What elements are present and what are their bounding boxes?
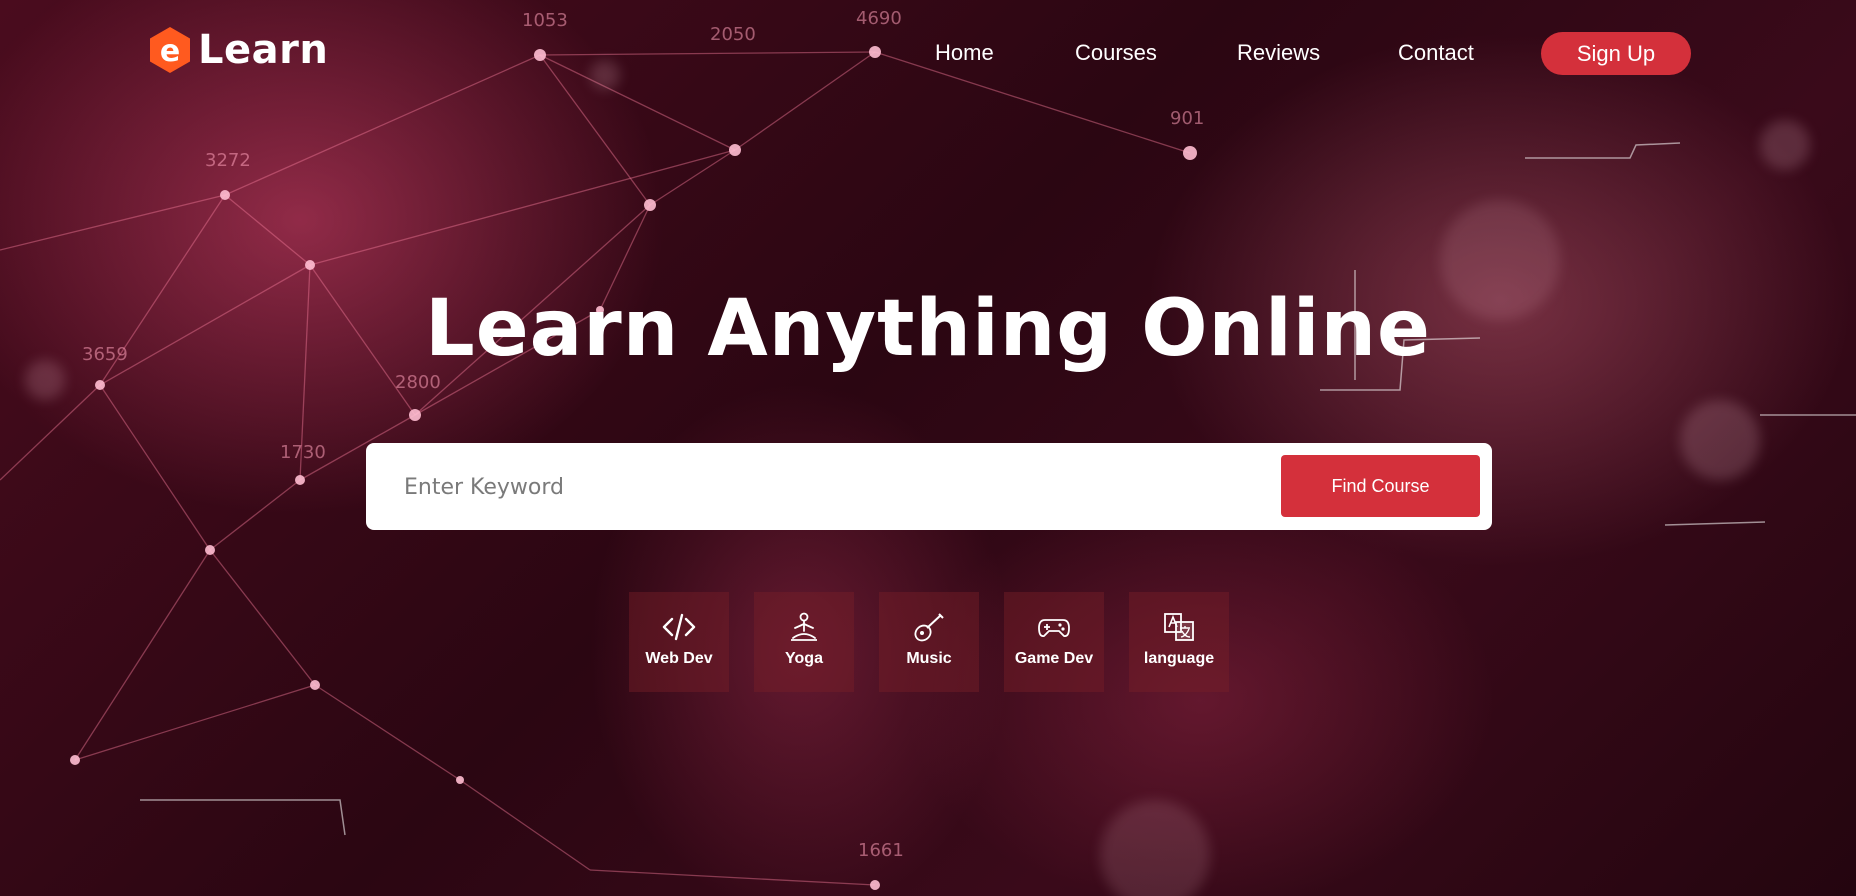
hero-title: Learn Anything Online [425, 284, 1431, 374]
bg-number: 3272 [205, 150, 251, 171]
nav-courses[interactable]: Courses [1075, 40, 1157, 66]
category-label: Music [906, 650, 952, 667]
site-header: e Learn Home Courses Reviews Contact Sig… [0, 0, 1856, 106]
yoga-icon [791, 612, 817, 641]
bg-number: 2800 [395, 372, 441, 393]
nav-contact[interactable]: Contact [1398, 40, 1474, 66]
category-label: Web Dev [645, 650, 713, 667]
category-label: Game Dev [1014, 650, 1094, 667]
gamepad-icon [1038, 619, 1070, 637]
find-course-button[interactable]: Find Course [1281, 455, 1480, 517]
bg-number: 1730 [280, 442, 326, 463]
keyword-search-input[interactable] [394, 461, 1274, 513]
category-web-dev[interactable]: Web Dev [629, 592, 729, 692]
course-search-form: Find Course [366, 443, 1492, 530]
bg-number: 901 [1170, 108, 1204, 129]
sign-up-button[interactable]: Sign Up [1541, 32, 1691, 75]
svg-text:e: e [160, 34, 180, 69]
nav-reviews[interactable]: Reviews [1237, 40, 1320, 66]
logo-hexagon-icon: e [148, 26, 192, 74]
translate-icon [1164, 613, 1194, 641]
category-game-dev[interactable]: Game Dev [1004, 592, 1104, 692]
brand-name: Learn [198, 27, 329, 73]
category-yoga[interactable]: Yoga [754, 592, 854, 692]
category-label: Yoga [785, 650, 823, 667]
category-music[interactable]: Music [879, 592, 979, 692]
guitar-icon [914, 613, 944, 642]
bg-number: 1661 [858, 840, 904, 861]
brand-logo[interactable]: e Learn [148, 26, 328, 74]
code-icon [662, 613, 696, 641]
nav-home[interactable]: Home [935, 40, 994, 66]
category-label: language [1143, 650, 1215, 667]
category-language[interactable]: language [1129, 592, 1229, 692]
